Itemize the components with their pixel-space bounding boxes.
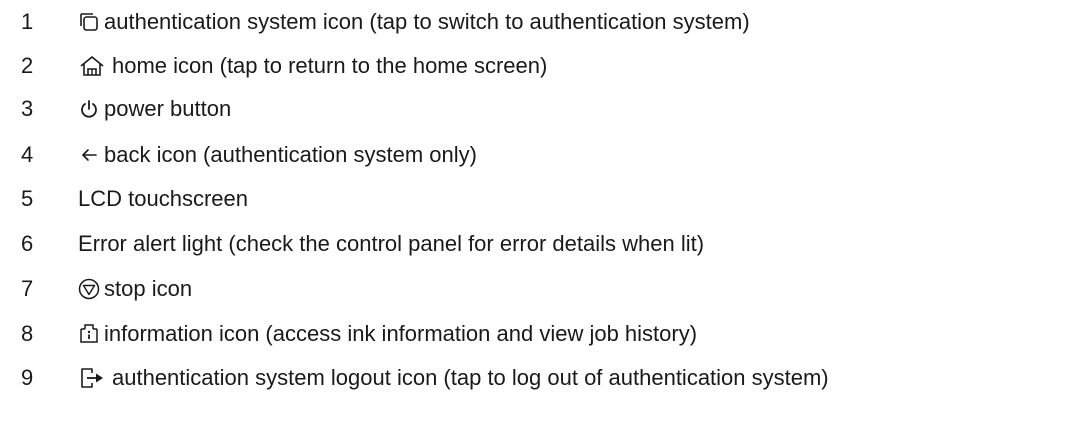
item-text: authentication system icon (tap to switc… <box>104 9 750 34</box>
item-text: LCD touchscreen <box>78 186 248 211</box>
item-number: 2 <box>21 53 34 78</box>
item-text: authentication system logout icon (tap t… <box>112 365 829 390</box>
item-number: 1 <box>21 9 34 34</box>
item-text: power button <box>104 96 232 121</box>
information-icon <box>78 323 100 345</box>
authentication-system-icon <box>78 11 100 33</box>
back-arrow-icon <box>78 144 100 166</box>
power-icon <box>78 98 100 120</box>
item-number: 5 <box>21 186 34 211</box>
stop-icon <box>78 278 100 300</box>
item-text: back icon (authentication system only) <box>104 142 477 167</box>
logout-icon <box>78 367 106 389</box>
item-number: 7 <box>21 276 34 301</box>
item-number: 3 <box>21 96 34 121</box>
item-text: stop icon <box>104 276 193 301</box>
item-number: 4 <box>21 142 34 167</box>
item-number: 6 <box>21 231 34 256</box>
item-number: 9 <box>21 365 34 390</box>
item-number: 8 <box>21 321 34 346</box>
item-text: home icon (tap to return to the home scr… <box>112 53 548 78</box>
item-text: information icon (access ink information… <box>104 321 698 346</box>
home-icon <box>78 55 106 77</box>
item-text: Error alert light (check the control pan… <box>78 231 705 256</box>
control-panel-legend: 1 authentication system icon (tap to swi… <box>0 0 1065 425</box>
